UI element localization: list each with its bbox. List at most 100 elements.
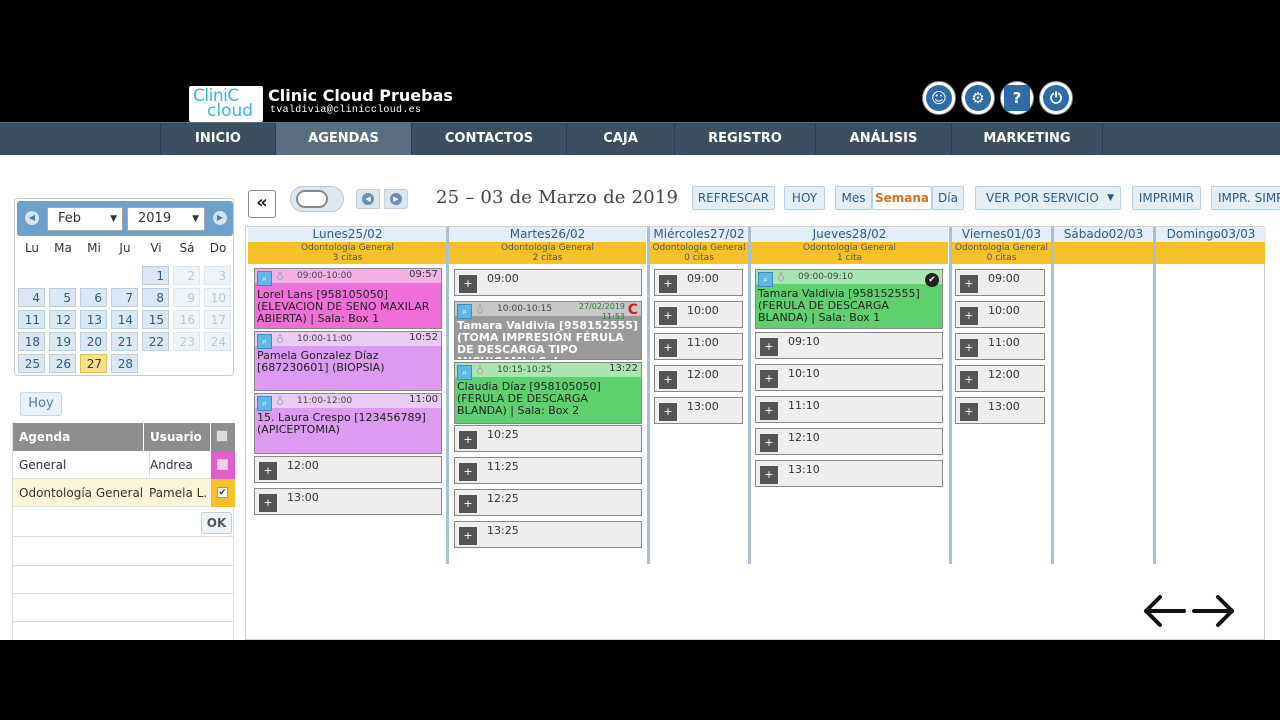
- search-icon[interactable]: ⌕: [457, 304, 472, 319]
- time-slot[interactable]: +13:10: [755, 460, 943, 487]
- prev-week-button[interactable]: ◀: [356, 189, 380, 209]
- time-slot[interactable]: +10:00: [654, 301, 743, 328]
- today-toolbar-button[interactable]: HOY: [784, 186, 825, 210]
- time-slot[interactable]: +12:00: [254, 456, 442, 483]
- time-slot[interactable]: +11:00: [955, 333, 1045, 360]
- time-slot[interactable]: +11:10: [755, 396, 943, 423]
- day-header[interactable]: Viernes01/03: [952, 227, 1051, 242]
- day-cell[interactable]: 9: [173, 288, 200, 307]
- month-view-button[interactable]: Mes: [835, 186, 872, 210]
- nav-registro[interactable]: REGISTRO: [674, 123, 815, 155]
- add-appointment-icon[interactable]: +: [259, 494, 277, 512]
- add-appointment-icon[interactable]: +: [459, 495, 477, 513]
- search-icon[interactable]: ⌕: [758, 272, 773, 287]
- day-header[interactable]: Jueves28/02: [751, 227, 948, 242]
- search-icon[interactable]: ⌕: [457, 365, 472, 380]
- time-slot[interactable]: +11:25: [454, 457, 642, 484]
- add-appointment-icon[interactable]: +: [459, 275, 477, 293]
- day-cell[interactable]: 8: [142, 288, 169, 307]
- header-checkbox[interactable]: [211, 423, 235, 451]
- appointment-card[interactable]: ⌕ ♁ 09:00-10:00 09:57 Lorel Lans [958105050]…: [254, 268, 442, 329]
- add-appointment-icon[interactable]: +: [459, 463, 477, 481]
- agenda-row[interactable]: Odontología General Pamela L. ✔: [13, 479, 235, 507]
- day-cell[interactable]: 2: [173, 266, 200, 285]
- search-icon[interactable]: ⌕: [257, 271, 272, 286]
- add-appointment-icon[interactable]: +: [459, 527, 477, 545]
- add-appointment-icon[interactable]: +: [960, 371, 978, 389]
- nav-contactos[interactable]: CONTACTOS: [411, 123, 566, 155]
- add-appointment-icon[interactable]: +: [760, 338, 778, 356]
- day-cell[interactable]: 16: [173, 310, 200, 329]
- day-header[interactable]: Sábado02/03: [1054, 227, 1153, 242]
- day-cell[interactable]: 28: [111, 354, 138, 373]
- add-appointment-icon[interactable]: +: [659, 403, 677, 421]
- logout-button[interactable]: ⏻: [1039, 81, 1073, 115]
- add-appointment-icon[interactable]: +: [659, 307, 677, 325]
- add-appointment-icon[interactable]: +: [760, 466, 778, 484]
- prev-month-icon[interactable]: ◀: [25, 211, 39, 225]
- time-slot[interactable]: +13:00: [654, 397, 743, 424]
- ok-button[interactable]: OK: [201, 512, 232, 534]
- day-cell[interactable]: 13: [80, 310, 107, 329]
- today-button[interactable]: Hoy: [20, 392, 62, 416]
- day-cell[interactable]: 19: [49, 332, 76, 351]
- year-select[interactable]: 2019 ▼: [127, 207, 205, 231]
- day-cell[interactable]: 4: [18, 288, 45, 307]
- nav-marketing[interactable]: MARKETING: [951, 123, 1103, 155]
- time-slot[interactable]: +09:00: [654, 269, 743, 296]
- time-slot[interactable]: +10:25: [454, 425, 642, 452]
- search-icon[interactable]: ⌕: [257, 396, 272, 411]
- day-cell[interactable]: 7: [111, 288, 138, 307]
- add-appointment-icon[interactable]: +: [659, 275, 677, 293]
- search-icon[interactable]: ⌕: [257, 334, 272, 349]
- add-appointment-icon[interactable]: +: [960, 403, 978, 421]
- view-toggle[interactable]: [290, 186, 344, 212]
- time-slot[interactable]: +13:25: [454, 521, 642, 548]
- day-cell[interactable]: 25: [18, 354, 45, 373]
- add-appointment-icon[interactable]: +: [760, 370, 778, 388]
- nav-agendas[interactable]: AGENDAS: [275, 123, 411, 155]
- appointment-card[interactable]: ⌕ ♁ 10:15-10:25 13:22 Claudia Díaz [95810505…: [454, 362, 642, 424]
- refresh-button[interactable]: REFRESCAR: [692, 186, 775, 210]
- next-week-button[interactable]: ▶: [384, 189, 408, 209]
- add-appointment-icon[interactable]: +: [960, 275, 978, 293]
- add-appointment-icon[interactable]: +: [960, 307, 978, 325]
- time-slot[interactable]: +12:25: [454, 489, 642, 516]
- simple-print-button[interactable]: IMPR. SIMP: [1211, 186, 1280, 210]
- profile-button[interactable]: ☺: [922, 81, 956, 115]
- add-appointment-icon[interactable]: +: [659, 339, 677, 357]
- day-cell[interactable]: 18: [18, 332, 45, 351]
- settings-button[interactable]: ⚙: [961, 81, 995, 115]
- appointment-card[interactable]: ⌕ ♁ 09:00-09:10 ✔ Tamara Valdivia [958152555…: [755, 269, 943, 329]
- add-appointment-icon[interactable]: +: [459, 431, 477, 449]
- day-cell[interactable]: 15: [142, 310, 169, 329]
- nav-caja[interactable]: CAJA: [566, 123, 674, 155]
- month-select[interactable]: Feb ▼: [47, 207, 123, 231]
- time-slot[interactable]: +10:00: [955, 301, 1045, 328]
- add-appointment-icon[interactable]: +: [259, 462, 277, 480]
- day-cell[interactable]: 3: [204, 266, 231, 285]
- nav-inicio[interactable]: INICIO: [160, 123, 275, 155]
- day-cell[interactable]: 17: [204, 310, 231, 329]
- agenda-checkbox-checked[interactable]: ✔: [217, 487, 228, 498]
- add-appointment-icon[interactable]: +: [760, 402, 778, 420]
- day-cell[interactable]: 11: [18, 310, 45, 329]
- appointment-card[interactable]: ⌕ ♁ 11:00-12:00 11:00 15. Laura Crespo [1234…: [254, 393, 442, 454]
- collapse-sidebar-button[interactable]: «: [248, 190, 276, 218]
- day-cell[interactable]: 14: [111, 310, 138, 329]
- nav-analisis[interactable]: ANÁLISIS: [815, 123, 951, 155]
- time-slot[interactable]: +09:10: [755, 332, 943, 359]
- day-header[interactable]: Domingo03/03: [1156, 227, 1266, 242]
- add-appointment-icon[interactable]: +: [760, 434, 778, 452]
- time-slot[interactable]: +10:10: [755, 364, 943, 391]
- day-cell[interactable]: 21: [111, 332, 138, 351]
- day-view-button[interactable]: Día: [932, 186, 964, 210]
- day-header[interactable]: Martes26/02: [449, 227, 646, 242]
- day-header[interactable]: Lunes25/02: [248, 227, 447, 242]
- add-appointment-icon[interactable]: +: [659, 371, 677, 389]
- week-view-button[interactable]: Semana: [872, 186, 932, 210]
- day-cell[interactable]: 10: [204, 288, 231, 307]
- day-cell[interactable]: 26: [49, 354, 76, 373]
- service-view-select[interactable]: VER POR SERVICIO ▼: [975, 186, 1121, 210]
- help-button[interactable]: ?: [1000, 81, 1034, 115]
